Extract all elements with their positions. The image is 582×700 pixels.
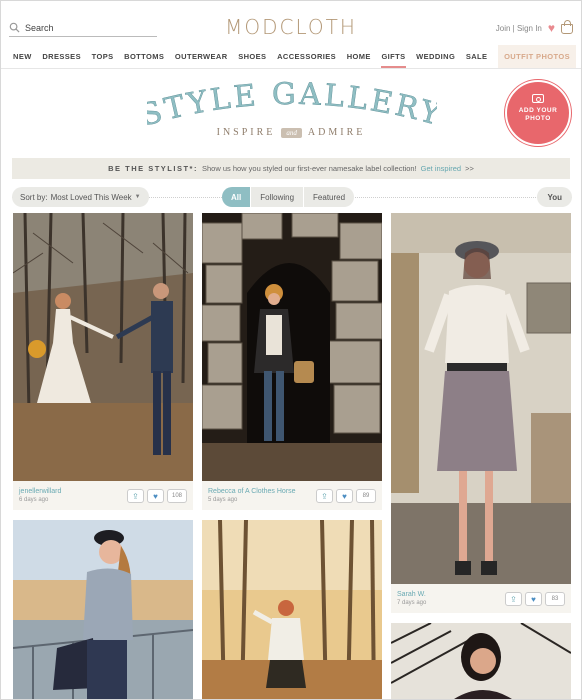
gallery-card[interactable]: Sarah W. 7 days ago ⇪ ♥ 83 xyxy=(391,213,571,613)
get-inspired-link[interactable]: Get inspired xyxy=(421,164,461,173)
card-meta: Sarah W. 7 days ago ⇪ ♥ 83 xyxy=(391,584,571,613)
nav-wedding[interactable]: WEDDING xyxy=(416,52,455,61)
stylist-title: BE THE STYLIST*: xyxy=(108,164,198,173)
gallery-card[interactable] xyxy=(391,623,571,700)
tab-you[interactable]: You xyxy=(537,187,572,207)
gallery-card[interactable]: jenellerwillard 6 days ago ⇪ ♥ 108 xyxy=(13,213,193,510)
search-box[interactable] xyxy=(9,19,157,37)
card-actions: ⇪ ♥ 108 xyxy=(127,489,187,503)
site-header: MODCLOTH Join | Sign In ♥ xyxy=(1,1,581,45)
share-icon[interactable]: ⇪ xyxy=(505,592,522,606)
heart-icon[interactable]: ♥ xyxy=(525,592,542,606)
stylist-arrow: >> xyxy=(465,164,474,173)
caret-down-icon: ▼ xyxy=(134,194,141,200)
filter-tabs: All Following Featured xyxy=(222,187,355,207)
account-area: Join | Sign In ♥ xyxy=(496,20,573,34)
tagline-inspire: INSPIRE xyxy=(216,127,276,138)
stylist-text: Show us how you styled our first-ever na… xyxy=(201,164,417,173)
share-icon[interactable]: ⇪ xyxy=(316,489,333,503)
nav-new[interactable]: NEW xyxy=(13,52,32,61)
outfit-photo[interactable] xyxy=(391,213,571,584)
outfit-photo[interactable] xyxy=(202,213,382,481)
card-timestamp: 6 days ago xyxy=(19,497,49,503)
tab-all[interactable]: All xyxy=(222,187,251,207)
nav-tops[interactable]: TOPS xyxy=(92,52,114,61)
add-your-photo-button[interactable]: ADD YOUR PHOTO xyxy=(505,80,571,146)
heart-icon[interactable]: ♥ xyxy=(147,489,164,503)
svg-text:STYLE GALLERY: STYLE GALLERY xyxy=(147,81,437,134)
card-actions: ⇪ ♥ 89 xyxy=(316,489,376,503)
card-meta: Rebecca of A Clothes Horse 5 days ago ⇪ … xyxy=(202,481,382,510)
share-icon[interactable]: ⇪ xyxy=(127,489,144,503)
tagline-admire: ADMIRE xyxy=(307,127,366,138)
nav-home[interactable]: HOME xyxy=(347,52,371,61)
nav-sale[interactable]: SALE xyxy=(466,52,488,61)
card-username[interactable]: jenellerwillard xyxy=(19,488,61,495)
outfit-photo[interactable] xyxy=(13,213,193,481)
search-input[interactable] xyxy=(25,22,145,33)
gallery-card[interactable]: Rebecca of A Clothes Horse 5 days ago ⇪ … xyxy=(202,213,382,510)
like-count: 89 xyxy=(356,489,376,503)
tagline-and: and xyxy=(281,128,302,138)
stylist-banner: BE THE STYLIST*: Show us how you styled … xyxy=(12,158,570,179)
sort-value: Most Loved This Week xyxy=(50,192,132,202)
join-sign-in-link[interactable]: Join | Sign In xyxy=(496,24,542,33)
hero: STYLE GALLERY INSPIRE and ADMIRE ADD YOUR … xyxy=(1,69,581,153)
nav-accessories[interactable]: ACCESSORIES xyxy=(277,52,336,61)
outfit-photo[interactable] xyxy=(391,623,571,700)
like-count: 83 xyxy=(545,592,565,606)
heart-icon[interactable]: ♥ xyxy=(336,489,353,503)
sort-label: Sort by: xyxy=(20,192,48,202)
sort-dropdown[interactable]: Sort by: Most Loved This Week ▼ xyxy=(12,187,149,207)
nav-dresses[interactable]: DRESSES xyxy=(42,52,81,61)
nav-shoes[interactable]: SHOES xyxy=(238,52,266,61)
nav-gifts[interactable]: GIFTS xyxy=(381,52,406,68)
tab-featured[interactable]: Featured xyxy=(303,187,355,207)
tab-following[interactable]: Following xyxy=(250,187,304,207)
gallery-controls: Sort by: Most Loved This Week ▼ All Foll… xyxy=(12,187,572,207)
nav-outfit-photos[interactable]: OUTFIT PHOTOS xyxy=(498,45,576,68)
gallery-card[interactable] xyxy=(202,520,382,700)
logo[interactable]: MODCLOTH xyxy=(211,15,371,39)
card-username[interactable]: Rebecca of A Clothes Horse xyxy=(208,488,296,495)
card-actions: ⇪ ♥ 83 xyxy=(505,592,565,606)
page-frame: MODCLOTH Join | Sign In ♥ NEW DRESSES TO… xyxy=(0,0,582,700)
like-count: 108 xyxy=(167,489,187,503)
tagline: INSPIRE and ADMIRE xyxy=(1,127,581,138)
hero-title-text: STYLE GALLERY xyxy=(147,81,437,134)
camera-icon xyxy=(532,94,544,103)
gallery-card[interactable] xyxy=(13,520,193,700)
nav-outerwear[interactable]: OUTERWEAR xyxy=(175,52,228,61)
card-meta: jenellerwillard 6 days ago ⇪ ♥ 108 xyxy=(13,481,193,510)
outfit-photo[interactable] xyxy=(202,520,382,700)
nav-bottoms[interactable]: BOTTOMS xyxy=(124,52,164,61)
main-nav: NEW DRESSES TOPS BOTTOMS OUTERWEAR SHOES… xyxy=(1,45,581,69)
search-icon xyxy=(9,22,20,33)
badge-line2: PHOTO xyxy=(525,115,551,122)
badge-line1: ADD YOUR xyxy=(518,107,558,114)
outfit-photo[interactable] xyxy=(13,520,193,700)
card-timestamp: 7 days ago xyxy=(397,600,427,606)
heart-icon[interactable]: ♥ xyxy=(548,22,555,34)
card-timestamp: 5 days ago xyxy=(208,497,238,503)
card-username[interactable]: Sarah W. xyxy=(397,591,426,598)
shopping-bag-icon[interactable] xyxy=(561,20,573,34)
